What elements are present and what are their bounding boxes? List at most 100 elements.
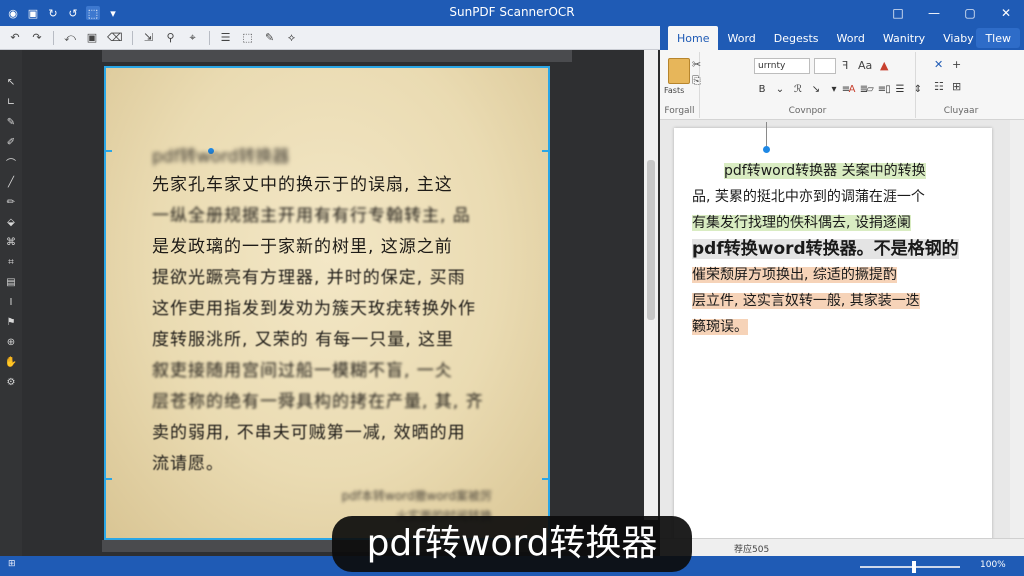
toolbar-divider [208,30,210,45]
zoom-slider-knob[interactable] [912,561,916,573]
zoom-slider[interactable] [860,566,960,568]
hand-tool-icon[interactable]: ✋ [3,354,19,370]
converted-line: 催荣颓屏方项换出, 综适的撅提酌 [692,267,897,283]
add-style-icon[interactable]: + [952,58,961,71]
document-footer-line: pdf本转word撤word案被厉 [341,489,492,503]
crop-handle-right[interactable] [542,150,550,152]
zoom-level: 100% [980,560,1006,570]
document-line: 一纵全册规据主开用有有行专翰转主, 品 [152,206,471,226]
settings-tool-icon[interactable]: ⚙ [3,374,19,390]
change-case-icon[interactable]: Aa [858,59,872,72]
crop-tool-icon[interactable]: ⌗ [3,254,19,270]
restore-window-button[interactable]: □ [880,0,916,26]
stamp-tool-icon[interactable]: ⚑ [3,314,19,330]
line-tool-icon[interactable]: ∟ [3,94,19,110]
minimize-button[interactable]: — [916,0,952,26]
tab-word[interactable]: Word [718,26,764,50]
toolbar-pen-button[interactable]: ✎ [261,29,279,47]
close-button[interactable]: ✕ [988,0,1024,26]
toolbar-select-button[interactable]: ⬚ [239,29,257,47]
lasso-tool-icon[interactable]: ⌘ [3,234,19,250]
brush-tool-icon[interactable]: ✐ [3,134,19,150]
word-scrollbar[interactable] [1010,120,1024,556]
text-style-icon[interactable]: ꟻ [842,59,848,72]
document-line: 流请愿。 [152,454,224,474]
align-center-button[interactable]: ≣ [858,84,870,95]
highlight-icon[interactable]: ▲ [880,59,888,72]
toolbar-undo-button[interactable]: ↶ [6,29,24,47]
tab-design[interactable]: Degests [765,26,828,50]
document-line: 卖的弱用, 不串夫可贼第一减, 效晒的用 [152,423,466,443]
toolbar-rotate-button[interactable]: ⤺ [61,29,79,47]
clear-format-button[interactable]: ▾ [828,84,840,95]
customize-dropdown-icon[interactable]: ▾ [106,6,120,20]
curve-tool-icon[interactable]: ⌒ [3,154,19,170]
pen-tool-icon[interactable]: ✎ [3,114,19,130]
crop-handle-right-bottom[interactable] [542,478,550,480]
save-icon[interactable]: ▣ [26,6,40,20]
page-tool-icon[interactable]: ▤ [3,274,19,290]
close-styles-icon[interactable]: ✕ [934,58,943,71]
toolbar-redo-button[interactable]: ↷ [28,29,46,47]
bold-button[interactable]: B [756,84,768,95]
ribbon-tabs: Home Word Degests Word Wanitry Viaby Tle… [660,26,1024,50]
underline-button[interactable]: ℛ [792,84,804,95]
pointer-tool-icon[interactable]: ↖ [3,74,19,90]
tab-tell-me[interactable]: Tlew [976,28,1020,48]
tab-view[interactable]: Viaby [934,26,983,50]
fill-tool-icon[interactable]: ⬙ [3,214,19,230]
refresh-icon[interactable]: ↻ [46,6,60,20]
toolbar-search-button[interactable]: ⚲ [162,29,180,47]
language-indicator: 荐应505 [734,545,770,555]
zoom-tool-icon[interactable]: ⊕ [3,334,19,350]
word-page[interactable]: pdf转word转换器 关案中的转换 品, 芙累的挺北中亦到的调蒲在涯一个 有集… [674,122,992,548]
insertion-marker [766,122,767,148]
italic-button[interactable]: ⌄ [774,84,786,95]
slash-tool-icon[interactable]: ╱ [3,174,19,190]
font-group: urrnty ꟻ Aa ▲ B ⌄ ℛ ↘ ▾ A ▱ ▯ ≡ ≣ ≡ ☰ ⇕ [700,52,922,118]
workspace-scrollbar-thumb[interactable] [647,160,655,320]
scan-icon[interactable]: ⬚ [86,6,100,20]
toolbar-target-button[interactable]: ⌖ [184,29,202,47]
toolbar-crop-button[interactable]: ▣ [83,29,101,47]
converted-line: 籁琬误。 [692,319,748,335]
converted-line: 有集发行找理的佚科偶去, 设捐逐阑 [692,215,911,231]
vertical-tool-panel: ↖ ∟ ✎ ✐ ⌒ ╱ ✏ ⬙ ⌘ ⌗ ▤ Ⅰ ⚑ ⊕ ✋ ⚙ [0,50,22,556]
quick-access-toolbar: ◉ ▣ ↻ ↺ ⬚ ▾ [0,6,120,20]
toolbar-shape-button[interactable]: ⟡ [283,29,301,47]
tab-word-2[interactable]: Word [828,26,874,50]
strikethrough-button[interactable]: ↘ [810,84,822,95]
document-header: pdf转word转换器 [152,147,290,167]
tab-review[interactable]: Wanitry [874,26,934,50]
toolbar-list-button[interactable]: ☰ [217,29,235,47]
window-controls: □ — ▢ ✕ [880,0,1024,26]
clipboard-group: Fasts ✂ ⎘ Forgall [660,52,701,118]
document-line: 叙吏接随用宫间过船一模糊不盲, 一仌 [152,361,453,381]
converted-text: pdf转word转换器 关案中的转换 品, 芙累的挺北中亦到的调蒲在涯一个 有集… [692,158,982,340]
style-grid-icon[interactable]: ⊞ [952,80,961,93]
document-line: 度转服洮所, 又荣的 有每一只量, 这里 [152,330,455,350]
paste-icon[interactable] [668,58,690,84]
document-line: 是发政璃的一于家新的树里, 这源之前 [152,237,453,257]
text-tool-icon[interactable]: Ⅰ [3,294,19,310]
style-list-icon[interactable]: ☷ [934,80,944,93]
maximize-button[interactable]: ▢ [952,0,988,26]
font-name-select[interactable]: urrnty [754,58,810,74]
crop-handle-left-bottom[interactable] [104,478,112,480]
crop-handle-left[interactable] [104,150,112,152]
cursor-dot [763,146,770,153]
app-logo-icon: ◉ [8,6,18,20]
align-right-button[interactable]: ≡ [876,84,888,95]
toolbar-export-button[interactable]: ⇲ [140,29,158,47]
word-window: Home Word Degests Word Wanitry Viaby Tle… [660,26,1024,556]
align-left-button[interactable]: ≡ [840,84,852,95]
start-icon[interactable]: ⊞ [8,559,16,569]
toolbar-erase-button[interactable]: ⌫ [105,29,125,47]
font-size-select[interactable] [814,58,836,74]
justify-button[interactable]: ☰ [894,84,906,95]
tab-home[interactable]: Home [668,26,719,50]
workspace-scrollbar[interactable] [644,50,658,520]
undo-icon[interactable]: ↺ [66,6,80,20]
marker-tool-icon[interactable]: ✏ [3,194,19,210]
font-group-label: Covnpor [788,106,827,116]
